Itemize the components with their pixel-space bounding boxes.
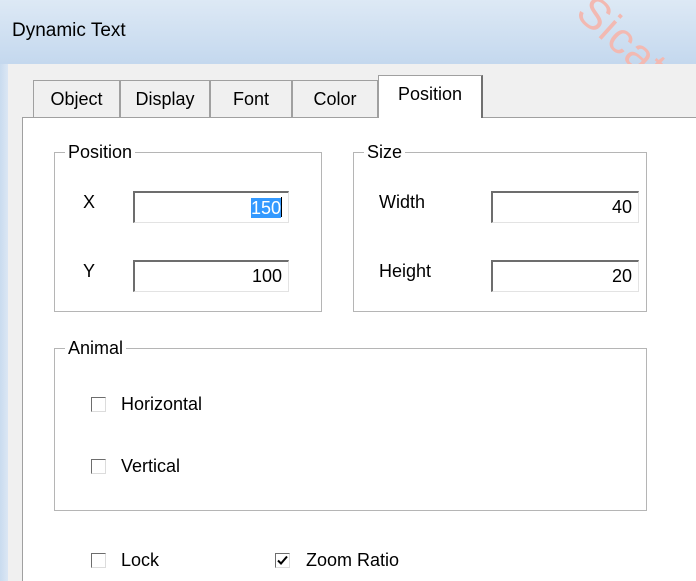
window-frame-edge <box>0 64 8 581</box>
title-bar[interactable]: Dynamic Text <box>0 0 696 64</box>
tab-panel-position: Position X 150 Y 100 Size Width 40 Heigh… <box>22 117 696 581</box>
checkmark-icon <box>277 555 288 565</box>
animal-group: Animal <box>54 337 647 511</box>
tab-position[interactable]: Position <box>378 75 483 118</box>
width-input[interactable]: 40 <box>491 191 639 223</box>
position-group-label: Position <box>65 141 136 163</box>
horizontal-checkbox[interactable] <box>91 397 106 412</box>
tab-font[interactable]: Font <box>210 80 292 117</box>
tab-display[interactable]: Display <box>120 80 210 117</box>
window-title: Dynamic Text <box>12 20 126 41</box>
text-caret <box>281 197 282 217</box>
lock-label[interactable]: Lock <box>121 550 159 571</box>
x-value: 150 <box>250 198 281 218</box>
width-value: 40 <box>611 197 632 217</box>
animal-group-label: Animal <box>65 337 127 359</box>
height-input[interactable]: 20 <box>491 260 639 292</box>
vertical-label[interactable]: Vertical <box>121 456 180 477</box>
vertical-checkbox[interactable] <box>91 459 106 474</box>
size-group-label: Size <box>364 141 406 163</box>
y-label: Y <box>83 261 96 281</box>
height-label: Height <box>379 261 432 281</box>
tab-color[interactable]: Color <box>292 80 378 117</box>
x-label: X <box>83 192 96 212</box>
y-input[interactable]: 100 <box>133 260 289 292</box>
zoom-ratio-label[interactable]: Zoom Ratio <box>306 550 399 571</box>
x-input[interactable]: 150 <box>133 191 289 223</box>
lock-checkbox[interactable] <box>91 553 106 568</box>
width-label: Width <box>379 192 426 212</box>
height-value: 20 <box>611 266 632 286</box>
zoom-ratio-checkbox[interactable] <box>275 553 290 568</box>
tab-object[interactable]: Object <box>33 80 120 117</box>
horizontal-label[interactable]: Horizontal <box>121 394 202 415</box>
y-value: 100 <box>251 266 282 286</box>
